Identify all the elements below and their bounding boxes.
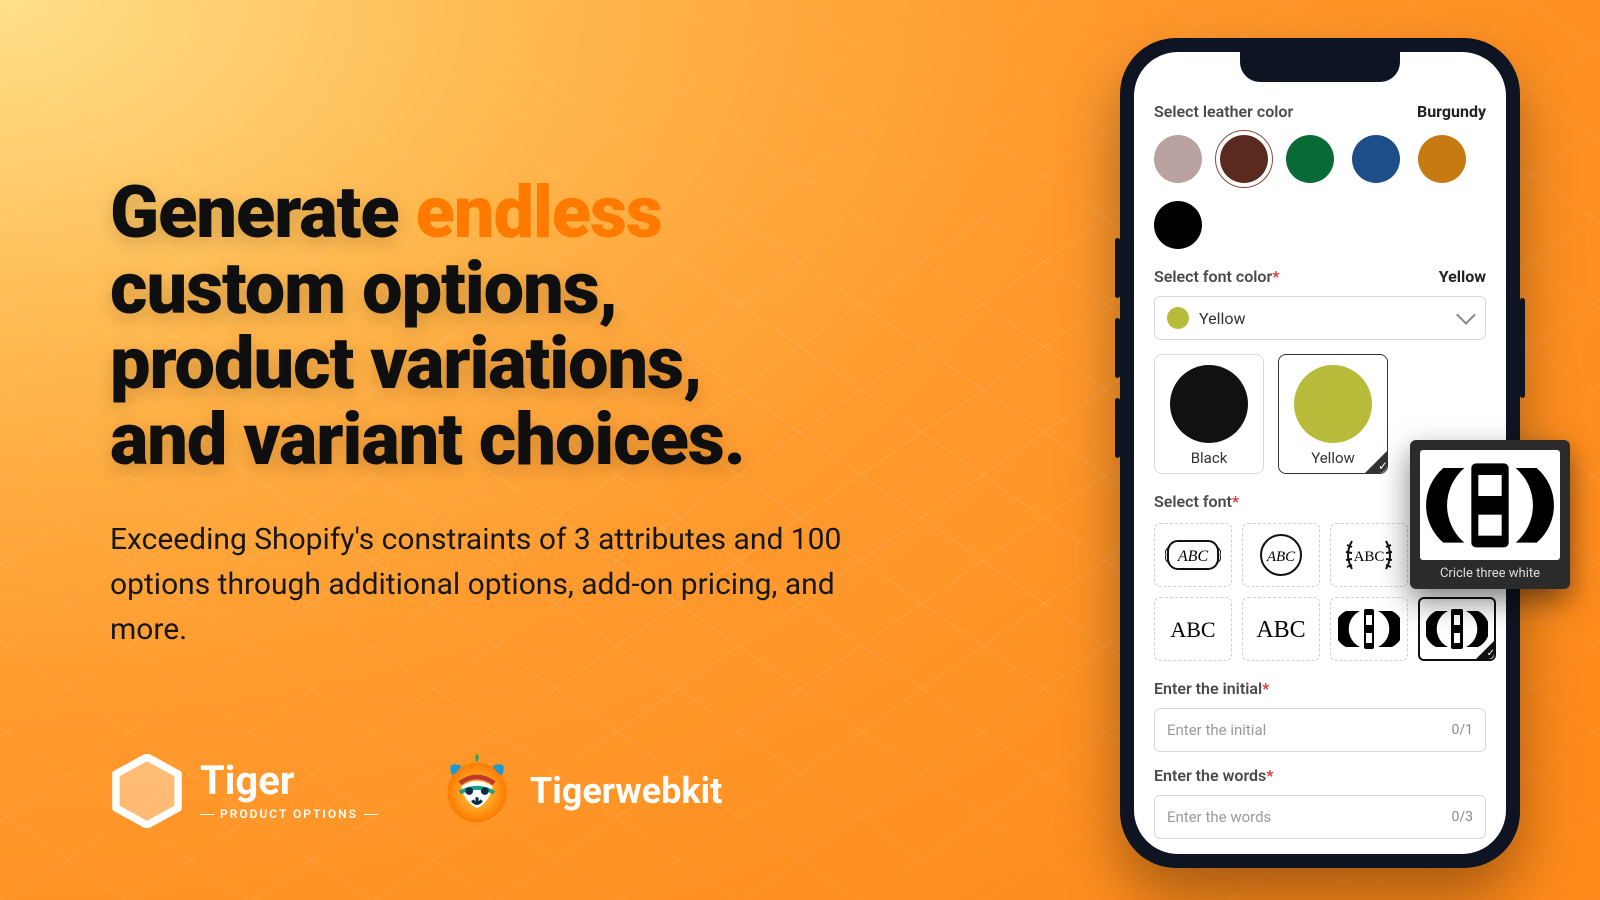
headline-part: Generate [110, 170, 416, 255]
font-option-circle-abc[interactable]: ABC [1242, 523, 1320, 587]
tiger-head-icon [438, 752, 516, 830]
fontcolor-section-header: Select font color* Yellow [1154, 267, 1486, 286]
font-option-split-ab[interactable] [1330, 597, 1408, 661]
initial-section-header: Enter the initial* [1154, 679, 1486, 698]
logo-tigerwebkit: Tigerwebkit [438, 752, 722, 830]
logo-tiger-tagline: PRODUCT OPTIONS [200, 807, 378, 821]
color-circle-icon [1294, 365, 1372, 443]
fontcolor-select[interactable]: Yellow [1154, 296, 1486, 340]
leather-value: Burgundy [1417, 102, 1486, 121]
initial-placeholder: Enter the initial [1167, 721, 1266, 739]
leather-swatch[interactable] [1154, 201, 1202, 249]
svg-text:ABC: ABC [1170, 617, 1215, 642]
color-circle-icon [1170, 365, 1248, 443]
fontcolor-tile[interactable]: Yellow [1278, 354, 1388, 474]
words-input[interactable]: Enter the words 0/3 [1154, 795, 1486, 839]
words-count: 0/3 [1451, 809, 1473, 825]
svg-text:ABC: ABC [1266, 549, 1296, 565]
fontcolor-tile[interactable]: Black [1154, 354, 1264, 474]
hexagon-icon [110, 754, 184, 828]
leather-section-header: Select leather color Burgundy [1154, 102, 1486, 121]
svg-text:ABC: ABC [1256, 617, 1305, 643]
fontcolor-dot-icon [1167, 307, 1189, 329]
promo-canvas: Generate endless custom options, product… [0, 0, 1600, 900]
leather-label: Select leather color [1154, 102, 1293, 121]
logo-tiger-product-options: Tiger PRODUCT OPTIONS [110, 754, 378, 828]
chevron-down-icon [1456, 305, 1476, 325]
initial-label: Enter the initial* [1154, 679, 1269, 698]
headline-part: product variations, [110, 321, 702, 406]
headline-part: and variant choices. [110, 397, 745, 482]
leather-swatch[interactable] [1352, 135, 1400, 183]
font-option-circle-abc-bold[interactable] [1418, 597, 1496, 661]
font-option-frame-abc[interactable]: ABC [1154, 523, 1232, 587]
marketing-copy: Generate endless custom options, product… [110, 175, 890, 652]
font-preview-thumb [1420, 450, 1560, 560]
subheadline: Exceeding Shopify's constraints of 3 att… [110, 517, 850, 652]
initial-input[interactable]: Enter the initial 0/1 [1154, 708, 1486, 752]
logo-twk-brand: Tigerwebkit [530, 770, 722, 812]
svg-text:ABC: ABC [1354, 549, 1385, 565]
words-section-header: Enter the words* [1154, 766, 1486, 785]
font-preview-popover: Cricle three white [1410, 440, 1570, 589]
words-label: Enter the words* [1154, 766, 1273, 785]
initial-count: 0/1 [1451, 722, 1473, 738]
logo-row: Tiger PRODUCT OPTIONS [110, 752, 722, 830]
leather-swatch[interactable] [1154, 135, 1202, 183]
fontcolor-label: Select font color* [1154, 267, 1279, 286]
leather-swatch[interactable] [1418, 135, 1466, 183]
fontcolor-tile-label: Yellow [1311, 449, 1355, 467]
font-option-plain-abc[interactable]: ABC [1154, 597, 1232, 661]
leather-swatch[interactable] [1220, 135, 1268, 183]
font-label: Select font* [1154, 492, 1239, 511]
fontcolor-select-label: Yellow [1199, 309, 1246, 328]
fontcolor-tile-label: Black [1191, 449, 1228, 467]
font-preview-caption: Cricle three white [1440, 566, 1540, 581]
headline-accent: endless [416, 170, 662, 255]
phone-notch [1240, 52, 1400, 82]
words-placeholder: Enter the words [1167, 808, 1271, 826]
font-option-laurel-abc[interactable]: ABC [1330, 523, 1408, 587]
fontcolor-value: Yellow [1439, 267, 1486, 286]
leather-swatches [1154, 135, 1486, 249]
svg-text:ABC: ABC [1177, 548, 1209, 565]
logo-tiger-brand: Tiger [200, 761, 378, 801]
headline-part: custom options, [110, 246, 617, 331]
font-option-script-abc[interactable]: ABC [1242, 597, 1320, 661]
headline: Generate endless custom options, product… [110, 175, 890, 477]
leather-swatch[interactable] [1286, 135, 1334, 183]
